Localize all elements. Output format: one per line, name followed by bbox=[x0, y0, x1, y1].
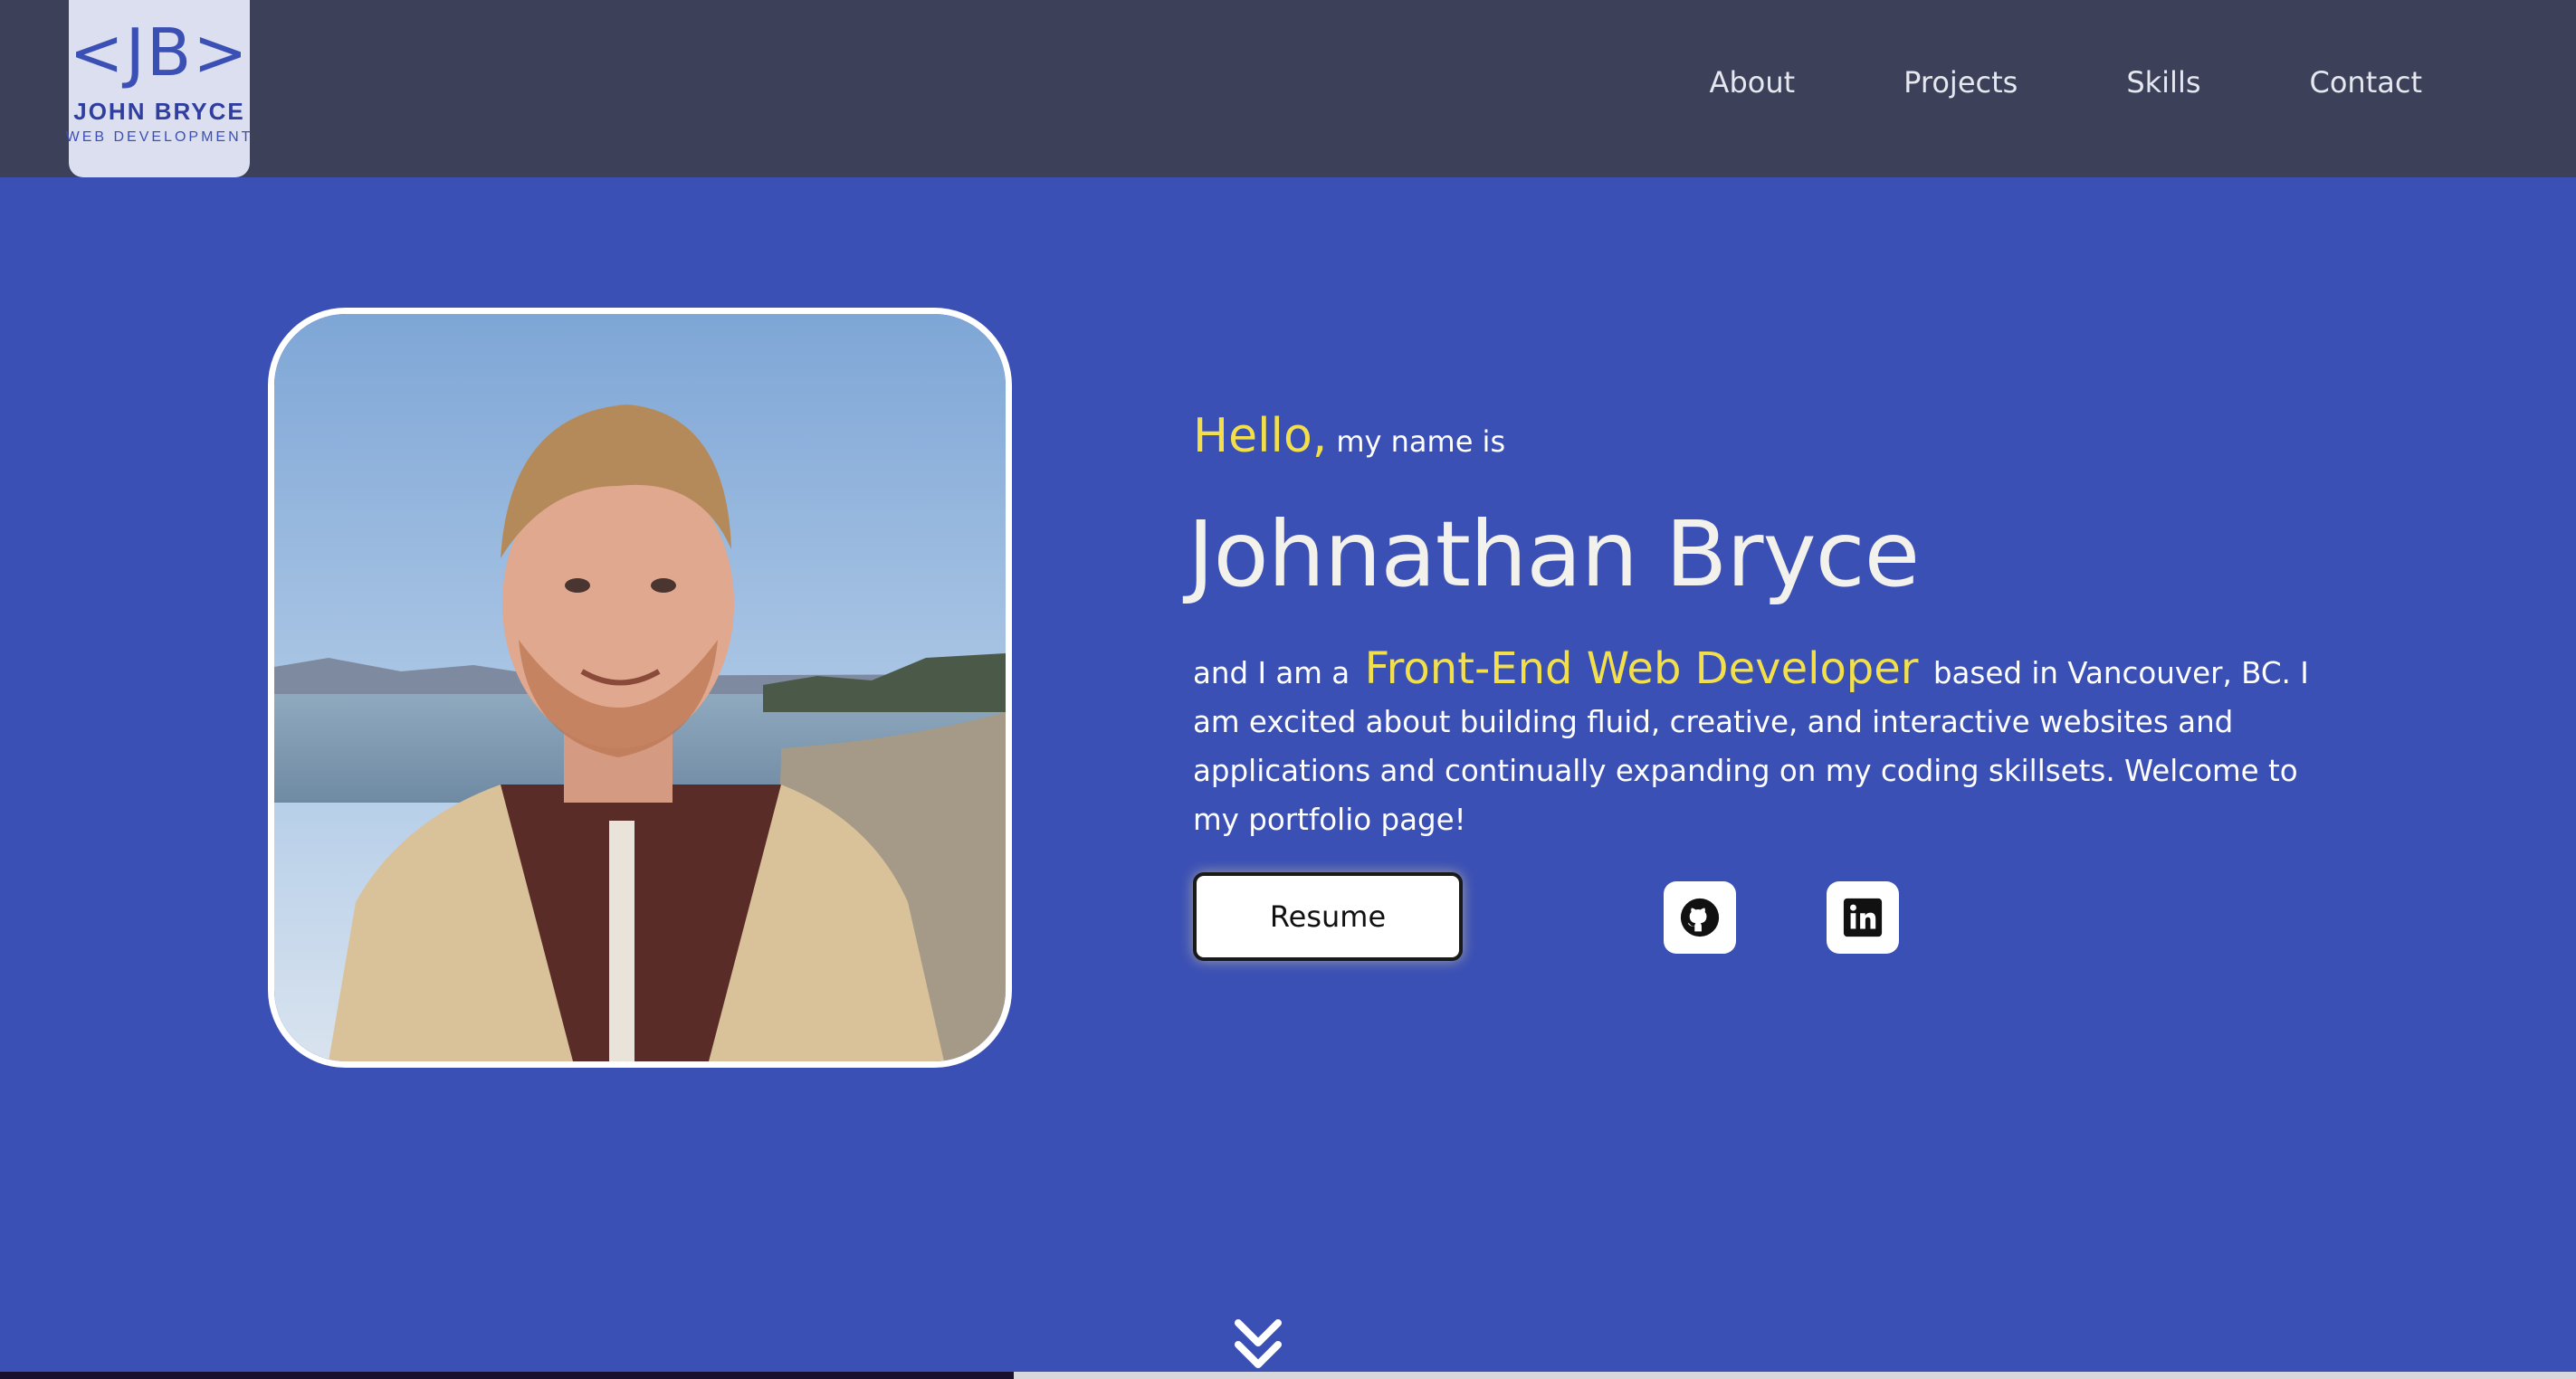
greeting-suffix: my name is bbox=[1336, 424, 1506, 459]
nav-contact[interactable]: Contact bbox=[2310, 65, 2423, 100]
main-nav: About Projects Skills Contact bbox=[1710, 65, 2422, 100]
next-section-edge bbox=[0, 1372, 2576, 1379]
intro-greeting: Hello, my name is bbox=[1193, 409, 2370, 463]
resume-button[interactable]: Resume bbox=[1193, 872, 1463, 961]
nav-skills[interactable]: Skills bbox=[2126, 65, 2200, 100]
bio-role: Front-End Web Developer bbox=[1364, 643, 1919, 694]
site-header: <JB> JOHN BRYCE WEB DEVELOPMENT About Pr… bbox=[0, 0, 2576, 177]
bio-prefix: and I am a bbox=[1193, 656, 1350, 690]
profile-photo bbox=[268, 308, 1012, 1068]
linkedin-link[interactable] bbox=[1827, 881, 1899, 954]
site-logo[interactable]: <JB> JOHN BRYCE WEB DEVELOPMENT bbox=[65, 0, 253, 177]
linkedin-icon bbox=[1843, 898, 1883, 937]
nav-projects[interactable]: Projects bbox=[1903, 65, 2018, 100]
nav-about[interactable]: About bbox=[1710, 65, 1796, 100]
github-link[interactable] bbox=[1664, 881, 1736, 954]
hero-name: Johnathan Bryce bbox=[1188, 501, 1920, 607]
profile-photo-illustration bbox=[274, 314, 1006, 1061]
logo-name: JOHN BRYCE bbox=[73, 98, 245, 125]
scroll-down-button[interactable] bbox=[1233, 1317, 1283, 1372]
logo-subtitle: WEB DEVELOPMENT bbox=[65, 129, 253, 145]
logo-mark: <JB> bbox=[69, 14, 250, 90]
hero-bio: and I am a Front-End Web Developer based… bbox=[1193, 644, 2333, 844]
greeting-hello: Hello, bbox=[1193, 409, 1328, 463]
github-icon bbox=[1680, 898, 1720, 937]
double-chevron-down-icon bbox=[1235, 1319, 1282, 1368]
